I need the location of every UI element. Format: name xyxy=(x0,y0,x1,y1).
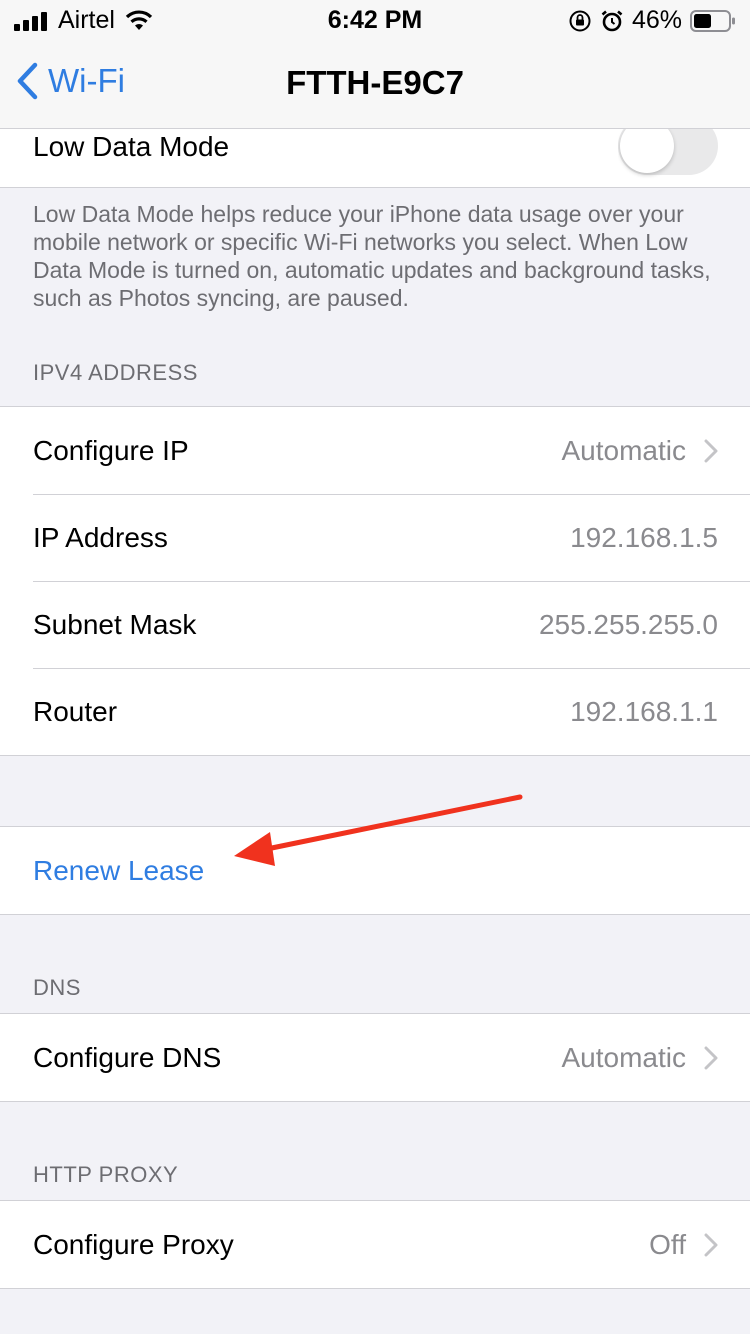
toggle-knob xyxy=(620,129,674,173)
renew-group: Renew Lease xyxy=(0,826,750,915)
configure-ip-value: Automatic xyxy=(561,434,687,466)
section-header-http-proxy: HTTP PROXY xyxy=(33,1162,179,1187)
subnet-mask-label: Subnet Mask xyxy=(33,608,197,640)
subnet-mask-value: 255.255.255.0 xyxy=(538,608,718,640)
low-data-footer: Low Data Mode helps reduce your iPhone d… xyxy=(33,201,711,311)
configure-proxy-value: Off xyxy=(649,1228,686,1260)
renew-lease-button[interactable]: Renew Lease xyxy=(0,827,750,914)
ip-address-row: IP Address 192.168.1.5 xyxy=(0,494,750,581)
chevron-right-icon xyxy=(704,439,718,463)
battery-percent: 46% xyxy=(631,6,682,34)
ipv4-group: Configure IP Automatic IP Address 192.16… xyxy=(0,406,750,756)
chevron-right-icon xyxy=(704,1046,718,1070)
low-data-label: Low Data Mode xyxy=(33,131,230,162)
router-label: Router xyxy=(33,695,118,727)
subnet-mask-row: Subnet Mask 255.255.255.0 xyxy=(0,581,750,668)
configure-ip-row[interactable]: Configure IP Automatic xyxy=(0,407,750,494)
orientation-lock-icon xyxy=(569,10,591,31)
configure-dns-row[interactable]: Configure DNS Automatic xyxy=(0,1014,750,1101)
page-title: FTTH-E9C7 xyxy=(286,64,464,101)
configure-proxy-row[interactable]: Configure Proxy Off xyxy=(0,1201,750,1288)
router-row: Router 192.168.1.1 xyxy=(0,668,750,755)
chevron-right-icon xyxy=(704,1233,718,1257)
configure-dns-label: Configure DNS xyxy=(33,1041,222,1073)
status-right: 46% xyxy=(568,6,736,35)
section-header-ipv4: IPV4 ADDRESS xyxy=(33,360,198,385)
configure-ip-label: Configure IP xyxy=(33,434,189,466)
settings-content: Low Data Mode Low Data Mode helps reduce… xyxy=(0,129,750,1289)
low-data-row: Low Data Mode xyxy=(0,129,750,187)
configure-dns-value: Automatic xyxy=(561,1041,687,1073)
renew-lease-label: Renew Lease xyxy=(33,854,205,886)
low-data-toggle-clip xyxy=(618,129,718,187)
navigation-bar: Wi-Fi FTTH-E9C7 xyxy=(0,40,750,129)
ip-address-label: IP Address xyxy=(33,521,168,553)
configure-proxy-label: Configure Proxy xyxy=(33,1228,234,1260)
section-header-dns: DNS xyxy=(33,975,81,1000)
ip-address-value: 192.168.1.5 xyxy=(570,521,718,553)
dns-group: Configure DNS Automatic xyxy=(0,1013,750,1102)
low-data-toggle[interactable] xyxy=(618,129,718,175)
status-bar: Airtel 6:42 PM 46% xyxy=(0,0,750,40)
proxy-group: Configure Proxy Off xyxy=(0,1200,750,1289)
router-value: 192.168.1.1 xyxy=(570,695,718,727)
low-data-group: Low Data Mode xyxy=(0,129,750,188)
battery-icon xyxy=(690,9,735,32)
alarm-icon xyxy=(601,10,623,31)
